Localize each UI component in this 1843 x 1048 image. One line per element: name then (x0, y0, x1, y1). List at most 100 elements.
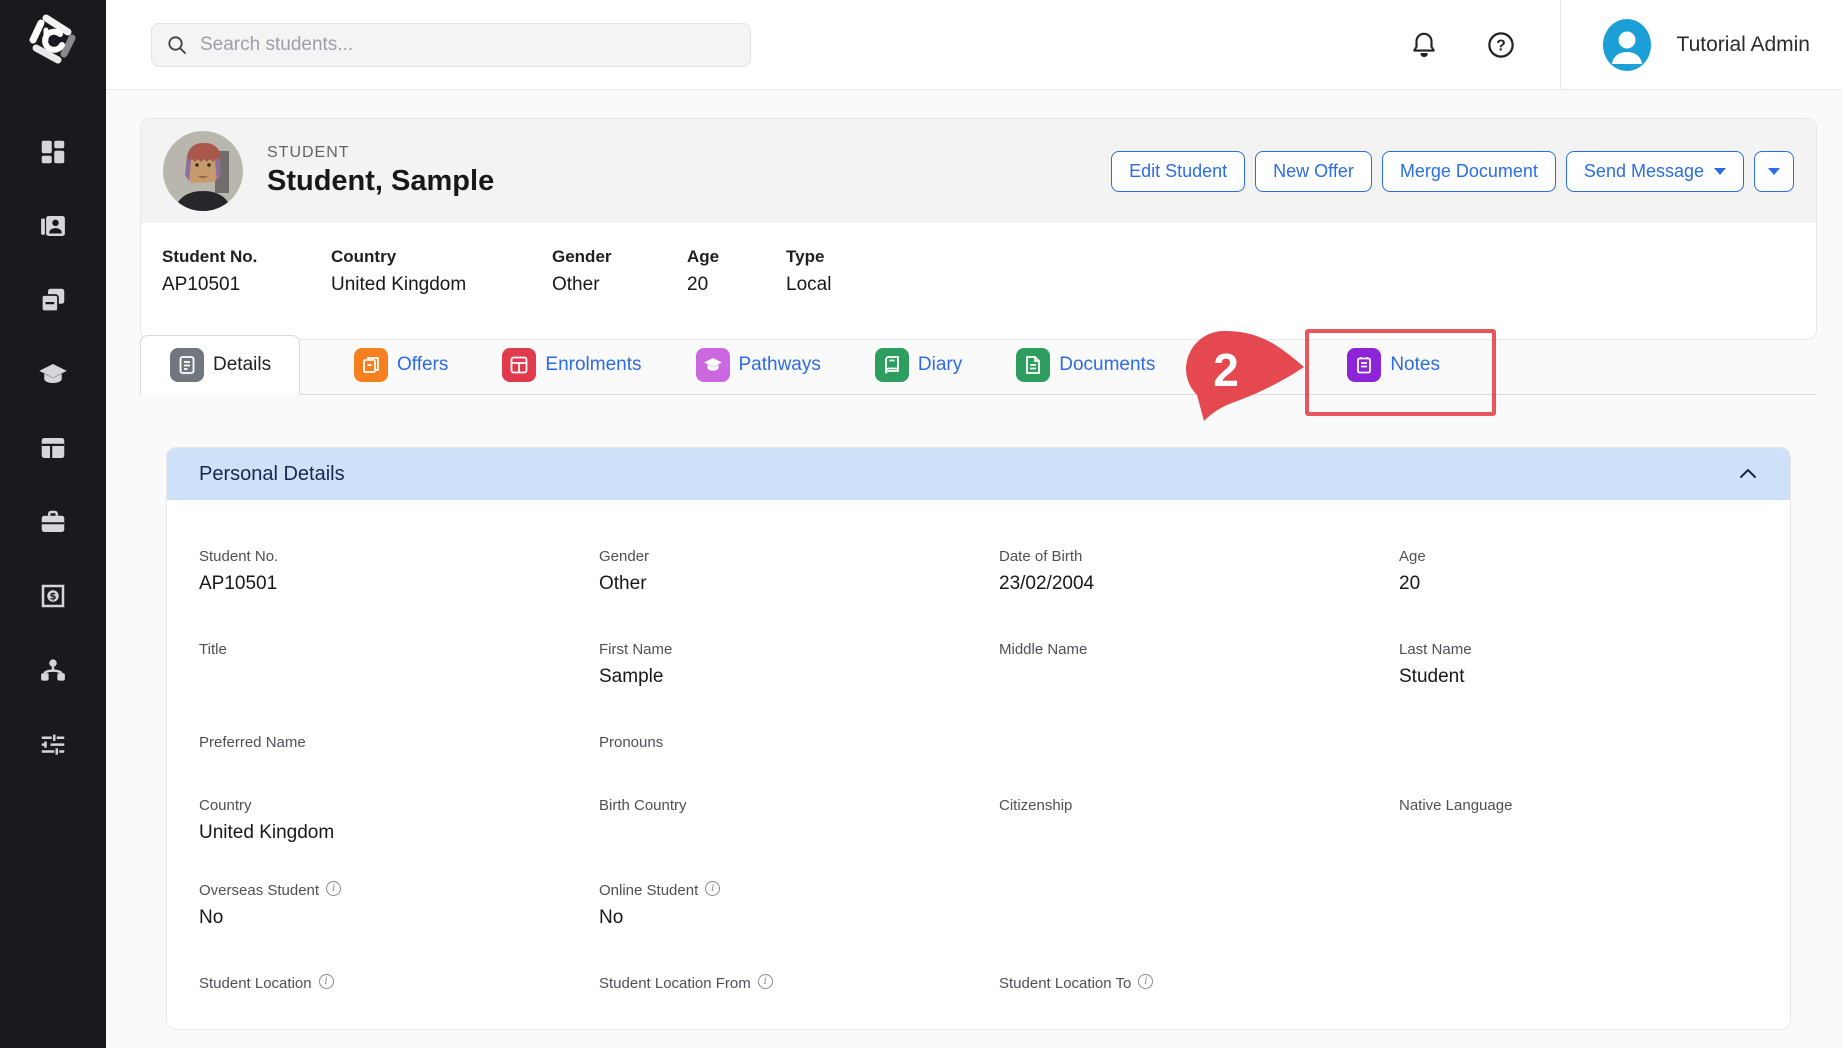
details-row: Preferred Name Pronouns (199, 734, 1758, 797)
pathways-tab-icon (696, 348, 730, 382)
diary-tab-icon (875, 348, 909, 382)
field-native-language: Native Language (1399, 797, 1799, 882)
user-menu[interactable]: Tutorial Admin (1601, 19, 1810, 71)
personal-details-body: Student No. AP10501 Gender Other Date of… (167, 500, 1790, 1031)
tab-label: Notes (1390, 354, 1440, 376)
tab-label: Pathways (739, 354, 821, 376)
top-header: ? Tutorial Admin (106, 0, 1843, 90)
sidebar-nav: $ (0, 137, 106, 759)
tab-label: Diary (918, 354, 962, 376)
field-date-of-birth: Date of Birth 23/02/2004 (999, 548, 1399, 641)
svg-text:?: ? (1496, 38, 1506, 55)
sidebar: $ (0, 0, 106, 1048)
info-icon[interactable]: i (758, 974, 773, 989)
settings-sliders-icon[interactable] (38, 729, 68, 759)
documents-tab-icon (1016, 348, 1050, 382)
tab-label: Documents (1059, 354, 1155, 376)
student-name: Student, Sample (267, 165, 494, 198)
field-country: Country United Kingdom (199, 797, 599, 882)
info-icon[interactable]: i (326, 881, 341, 896)
field-online-student: Online Studenti No (599, 882, 999, 975)
new-offer-button[interactable]: New Offer (1255, 151, 1372, 192)
field-student-location-to: Student Location Toi (999, 975, 1399, 1031)
student-banner: STUDENT Student, Sample Edit Student New… (140, 118, 1817, 340)
summary-type: Type Local (786, 247, 831, 296)
summary-country: Country United Kingdom (331, 247, 552, 296)
tab-pathways[interactable]: Pathways (696, 335, 821, 394)
services-briefcase-icon[interactable] (38, 507, 68, 537)
classes-layout-icon[interactable] (38, 433, 68, 463)
notes-tab-icon (1347, 348, 1381, 382)
student-banner-top: STUDENT Student, Sample Edit Student New… (141, 119, 1816, 223)
student-identity: STUDENT Student, Sample (267, 144, 494, 198)
hidden-tab-label-fragment: s (1284, 354, 1294, 376)
notifications-bell-icon[interactable] (1409, 30, 1439, 60)
field-citizenship: Citizenship (999, 797, 1399, 882)
collapse-chevron-up-icon[interactable] (1736, 462, 1760, 486)
details-tab-icon (170, 348, 204, 382)
offers-tab-icon (354, 348, 388, 382)
details-row: Student Locationi Student Location Fromi… (199, 975, 1758, 1031)
field-age: Age 20 (1399, 548, 1799, 641)
edit-student-button[interactable]: Edit Student (1111, 151, 1245, 192)
svg-text:$: $ (50, 592, 57, 603)
agents-network-icon[interactable] (38, 655, 68, 685)
field-preferred-name: Preferred Name (199, 734, 599, 797)
student-summary: Student No. AP10501 Country United Kingd… (141, 223, 1816, 296)
tab-label: Offers (397, 354, 448, 376)
user-name: Tutorial Admin (1677, 33, 1810, 57)
topbar-right: ? Tutorial Admin (1409, 0, 1843, 90)
field-gender: Gender Other (599, 548, 999, 641)
field-student-location-from: Student Location Fromi (599, 975, 999, 1031)
tab-notes[interactable]: Notes (1347, 335, 1440, 394)
student-details-page: $ ? Tut (0, 0, 1843, 1048)
merge-document-button[interactable]: Merge Document (1382, 151, 1556, 192)
field-pronouns: Pronouns (599, 734, 999, 797)
tab-details[interactable]: Details (140, 335, 300, 395)
search-icon (166, 34, 188, 56)
summary-gender: Gender Other (552, 247, 687, 296)
students-icon[interactable] (38, 211, 68, 241)
student-tabs: Details Offers Enrolments Pathways Diary (140, 335, 1817, 395)
details-row: Title First Name Sample Middle Name Last… (199, 641, 1758, 734)
student-photo (163, 131, 243, 211)
info-icon[interactable]: i (1138, 974, 1153, 989)
field-birth-country: Birth Country (599, 797, 999, 882)
details-row: Student No. AP10501 Gender Other Date of… (199, 548, 1758, 641)
chevron-down-icon (1768, 168, 1780, 175)
courses-graduation-icon[interactable] (38, 359, 68, 389)
search-box (151, 23, 751, 67)
send-message-button[interactable]: Send Message (1566, 151, 1744, 192)
help-icon[interactable]: ? (1486, 30, 1516, 60)
tab-diary[interactable]: Diary (875, 335, 962, 394)
field-title: Title (199, 641, 599, 734)
personal-details-header[interactable]: Personal Details (167, 448, 1790, 500)
info-icon[interactable]: i (319, 974, 334, 989)
info-icon[interactable]: i (705, 881, 720, 896)
finance-dollar-icon[interactable]: $ (38, 581, 68, 611)
panel-title: Personal Details (199, 463, 345, 486)
student-actions: Edit Student New Offer Merge Document Se… (1111, 151, 1794, 192)
details-row: Country United Kingdom Birth Country Cit… (199, 797, 1758, 882)
personal-details-panel: Personal Details Student No. AP10501 Gen… (166, 447, 1791, 1030)
more-actions-dropdown-button[interactable] (1754, 151, 1794, 192)
offers-cards-icon[interactable] (38, 285, 68, 315)
tab-documents[interactable]: Documents (1016, 335, 1155, 394)
app-logo[interactable] (24, 10, 82, 68)
field-last-name: Last Name Student (1399, 641, 1799, 734)
summary-student-no: Student No. AP10501 (162, 247, 331, 296)
header-divider (1560, 0, 1561, 90)
user-avatar (1601, 19, 1653, 71)
tab-enrolments[interactable]: Enrolments (502, 335, 641, 394)
tab-offers[interactable]: Offers (354, 335, 448, 394)
search-input[interactable] (200, 34, 736, 56)
field-middle-name: Middle Name (999, 641, 1399, 734)
student-kicker: STUDENT (267, 144, 494, 162)
tab-partially-hidden[interactable]: s (1209, 335, 1293, 394)
dashboard-icon[interactable] (38, 137, 68, 167)
tab-label: Enrolments (545, 354, 641, 376)
field-student-no: Student No. AP10501 (199, 548, 599, 641)
summary-age: Age 20 (687, 247, 786, 296)
field-first-name: First Name Sample (599, 641, 999, 734)
field-student-location: Student Locationi (199, 975, 599, 1031)
